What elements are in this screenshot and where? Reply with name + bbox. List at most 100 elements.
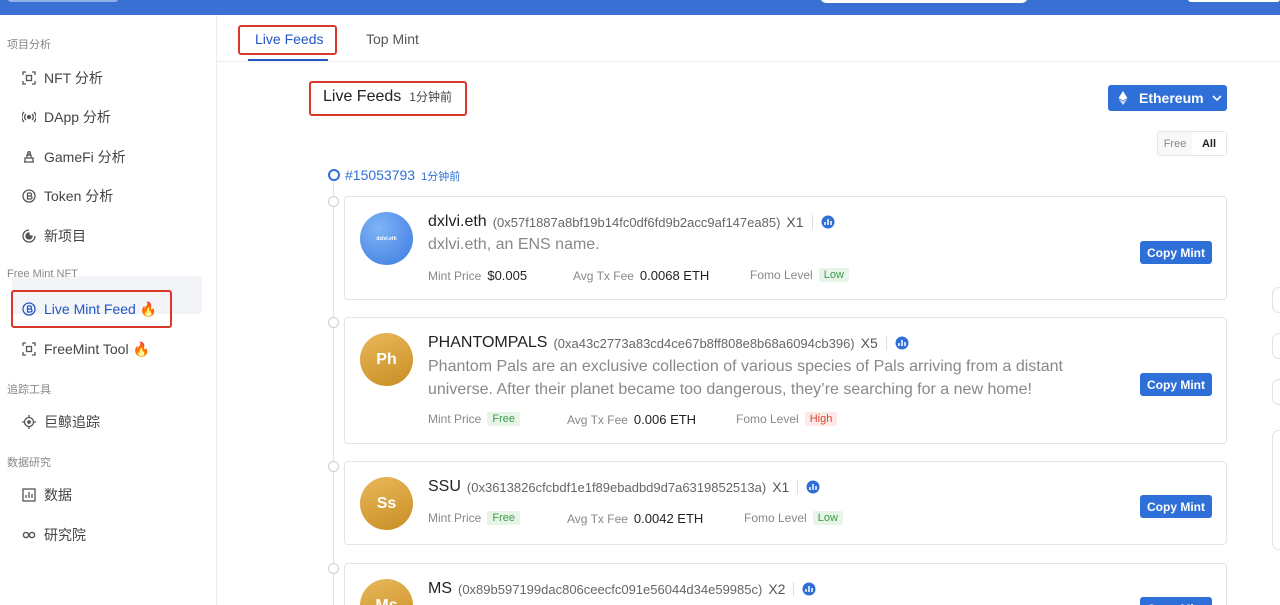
sidebar-item-label: GameFi 分析 [44, 149, 126, 165]
broadcast-icon [22, 110, 36, 124]
sidebar-item-gamefi-analysis[interactable]: GameFi 分析 [22, 145, 126, 169]
fomo-level-badge: Low [812, 511, 843, 525]
filter-all[interactable]: All [1192, 132, 1226, 155]
sidebar-item-label: 数据 [44, 487, 72, 503]
mint-multiplier: X5 [860, 335, 878, 351]
floating-tool-button[interactable] [1272, 379, 1280, 405]
sidebar-item-whale-tracking[interactable]: 巨鲸追踪 [22, 410, 100, 434]
analytics-icon[interactable] [895, 336, 909, 350]
mint-multiplier: X2 [768, 581, 786, 597]
timeline-dot [328, 563, 339, 574]
price-filter-toggle: Free All [1157, 131, 1227, 156]
sidebar-item-label: Live Mint Feed 🔥 [44, 300, 158, 317]
collection-name[interactable]: dxlvi.eth [428, 213, 487, 231]
chevron-down-icon [1212, 95, 1222, 102]
sidebar-item-live-mint-feed[interactable]: Live Mint Feed 🔥 [22, 297, 157, 321]
avg-tx-fee: Avg Tx Fee 0.0042 ETH [567, 511, 703, 526]
fomo-level-badge: High [804, 412, 838, 426]
contract-address[interactable]: (0x3613826cfcbdf1e1f89ebadbd9d7a63198525… [467, 480, 766, 495]
tab-live-feeds[interactable]: Live Feeds [255, 31, 323, 47]
block-number[interactable]: #15053793 [345, 167, 415, 183]
copy-mint-button[interactable]: Copy Mint [1140, 495, 1212, 518]
game-icon [22, 150, 36, 164]
copy-mint-button[interactable]: Copy Mint [1140, 597, 1212, 605]
mint-price: Mint Price Free [428, 511, 520, 525]
analytics-icon[interactable] [821, 215, 835, 229]
scan-icon [22, 71, 36, 85]
avg-tx-fee-value: 0.0042 ETH [633, 511, 704, 526]
mint-price-label: Mint Price [428, 268, 482, 283]
timeline-dot [328, 317, 339, 328]
collection-description: dxlvi.eth, an ENS name. [428, 236, 600, 253]
mint-price-label: Mint Price [428, 511, 482, 525]
chain-select-dropdown[interactable]: Ethereum [1108, 85, 1227, 111]
mint-card: dxlvi.eth dxlvi.eth (0x57f1887a8bf19b14f… [344, 196, 1227, 300]
sidebar-group-tracking-tools: 追踪工具 [7, 384, 51, 396]
sidebar-item-nft-analysis[interactable]: NFT 分析 [22, 66, 103, 90]
chain-select-value: Ethereum [1139, 90, 1204, 106]
floating-panel[interactable] [1272, 430, 1280, 550]
avg-tx-fee: Avg Tx Fee 0.006 ETH [567, 412, 696, 427]
tab-top-mint[interactable]: Top Mint [366, 31, 419, 47]
fomo-level: Fomo Level Low [744, 511, 843, 525]
mint-price: Mint Price Free [428, 412, 520, 426]
copy-mint-button[interactable]: Copy Mint [1140, 373, 1212, 396]
collection-name[interactable]: SSU [428, 478, 461, 496]
active-tab-indicator [248, 59, 328, 61]
mint-price-badge: Free [487, 412, 520, 426]
sidebar-item-data[interactable]: 数据 [22, 483, 72, 507]
tab-bar: Live Feeds Top Mint [217, 15, 1280, 62]
sidebar-item-label: FreeMint Tool 🔥 [44, 340, 150, 357]
sidebar-group-data-research: 数据研究 [7, 457, 51, 469]
mint-card: Ph PHANTOMPALS (0xa43c2773a83cd4ce67b8ff… [344, 317, 1227, 444]
sidebar-item-freemint-tool[interactable]: FreeMint Tool 🔥 [22, 337, 150, 361]
mint-card: Ss SSU (0x3613826cfcbdf1e1f89ebadbd9d7a6… [344, 461, 1227, 545]
avg-tx-fee-value: 0.006 ETH [633, 412, 697, 427]
target-icon [22, 415, 36, 429]
fomo-level: Fomo Level Low [750, 268, 849, 282]
avg-tx-fee: Avg Tx Fee 0.0068 ETH [573, 268, 709, 283]
top-nav-bar [0, 0, 1280, 15]
avg-tx-fee-value: 0.0068 ETH [639, 268, 710, 283]
contract-address[interactable]: (0xa43c2773a83cd4ce67b8ff808e8b68a6094cb… [553, 336, 854, 351]
sidebar-item-label: 巨鲸追踪 [44, 414, 100, 430]
sidebar-item-new-projects[interactable]: 新项目 [22, 224, 86, 248]
sidebar-item-label: Token 分析 [44, 188, 114, 204]
feed-updated-time: 1分钟前 [409, 90, 452, 104]
contract-address[interactable]: (0x89b597199dac806ceecfc091e56044d34e599… [458, 582, 762, 597]
avg-tx-fee-label: Avg Tx Fee [573, 268, 634, 283]
timeline-line [333, 176, 334, 605]
filter-free[interactable]: Free [1158, 132, 1192, 155]
sidebar-item-token-analysis[interactable]: Token 分析 [22, 184, 113, 208]
analytics-icon[interactable] [802, 582, 816, 596]
collection-description: Phantom Pals are an exclusive collection… [428, 358, 1063, 398]
collection-avatar: dxlvi.eth [360, 212, 413, 265]
timeline-dot [328, 196, 339, 207]
global-search-input[interactable] [820, 0, 1028, 3]
page-title: Live Feeds 1分钟前 [323, 88, 452, 106]
mint-multiplier: X1 [786, 214, 804, 230]
floating-tool-button[interactable] [1272, 287, 1280, 313]
analytics-icon[interactable] [806, 480, 820, 494]
contract-address[interactable]: (0x57f1887a8bf19b14fc0df6fd9b2acc9af147e… [493, 215, 781, 230]
mint-card: Ms MS (0x89b597199dac806ceecfc091e56044d… [344, 563, 1227, 605]
mint-price: Mint Price $0.005 [428, 268, 527, 283]
block-label: #15053793 1分钟前 [345, 167, 460, 184]
fomo-level-label: Fomo Level [750, 268, 813, 282]
divider [811, 215, 813, 229]
sidebar-item-label: 研究院 [44, 527, 86, 543]
ethereum-icon [1118, 91, 1128, 105]
app-logo[interactable] [8, 0, 118, 2]
collection-name[interactable]: MS [428, 580, 452, 598]
collection-avatar: Ss [360, 477, 413, 530]
divider [885, 336, 887, 350]
sidebar-item-dapp-analysis[interactable]: DApp 分析 [22, 105, 111, 129]
top-right-button[interactable] [1188, 0, 1280, 2]
floating-tool-button[interactable] [1272, 333, 1280, 359]
copy-mint-button[interactable]: Copy Mint [1140, 241, 1212, 264]
sidebar-item-research-institute[interactable]: 研究院 [22, 523, 86, 547]
infinity-icon [22, 528, 36, 542]
collection-avatar: Ms [360, 579, 413, 605]
collection-name[interactable]: PHANTOMPALS [428, 334, 547, 352]
scan-icon [22, 342, 36, 356]
